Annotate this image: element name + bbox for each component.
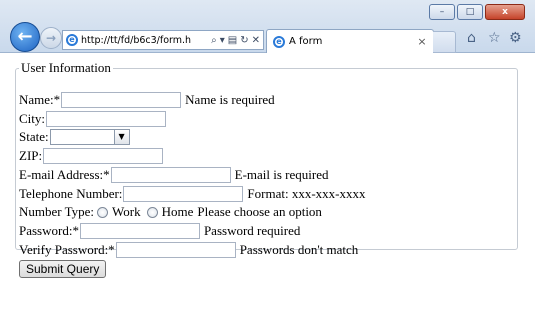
email-error: E-mail is required <box>234 167 329 182</box>
minimize-button[interactable]: – <box>429 4 455 20</box>
forward-arrow-icon: → <box>45 31 57 45</box>
telephone-row: Telephone Number: Format: xxx-xxx-xxxx <box>19 185 366 203</box>
ie-page-icon: e <box>66 34 78 46</box>
home-radio[interactable] <box>146 206 158 218</box>
verify-password-label: Verify Password:* <box>19 242 115 257</box>
telephone-input[interactable] <box>123 186 244 202</box>
close-window-button[interactable]: x <box>485 4 525 20</box>
telephone-label: Telephone Number: <box>19 186 123 201</box>
page-content: User Information Name:* Name is required… <box>0 53 535 324</box>
ie-tab-icon: e <box>273 35 285 48</box>
submit-query-button[interactable]: Submit Query <box>19 260 107 278</box>
email-label: E-mail Address:* <box>19 167 110 182</box>
forward-button[interactable]: → <box>40 27 62 49</box>
refresh-icon[interactable]: ↻ <box>240 35 248 46</box>
stop-icon[interactable]: ✕ <box>252 35 260 46</box>
name-input[interactable] <box>61 92 182 108</box>
city-label: City: <box>19 111 46 126</box>
favorites-star-icon[interactable]: ☆ <box>488 30 501 46</box>
compatibility-icon[interactable]: ▤ <box>228 35 237 46</box>
email-row: E-mail Address:* E-mail is required <box>19 166 329 184</box>
address-url[interactable]: http://tt/fd/b6c3/form.h <box>81 35 211 46</box>
dropdown-icon[interactable]: ▾ <box>220 35 225 46</box>
new-tab-button[interactable] <box>433 31 456 53</box>
telephone-format-hint: Format: xxx-xxx-xxxx <box>247 186 366 201</box>
browser-chrome: – □ x ← → e http://tt/fd/b6c3/form.h ⌕ ▾… <box>0 0 535 53</box>
password-error: Password required <box>203 223 301 238</box>
home-icon[interactable]: ⌂ <box>467 30 476 46</box>
state-select[interactable]: ▼ <box>49 129 130 145</box>
tools-gear-icon[interactable]: ⚙ <box>509 30 522 46</box>
state-label: State: <box>19 129 49 144</box>
home-radio-label: Home <box>161 204 194 219</box>
number-type-label: Number Type: <box>19 204 95 219</box>
back-button[interactable]: ← <box>10 22 40 52</box>
verify-password-error: Passwords don't match <box>239 242 359 257</box>
password-row: Password:* Password required <box>19 222 300 240</box>
email-input[interactable] <box>110 167 231 183</box>
number-type-row: Number Type: Work Home Please choose an … <box>19 203 322 221</box>
tab-close-icon[interactable]: × <box>415 35 429 48</box>
password-input[interactable] <box>79 223 200 239</box>
chevron-down-icon[interactable]: ▼ <box>113 130 129 144</box>
password-label: Password:* <box>19 223 79 238</box>
window-controls: – □ x <box>429 4 525 20</box>
number-type-error: Please choose an option <box>197 204 322 219</box>
verify-password-row: Verify Password:* Passwords don't match <box>19 241 358 259</box>
zip-input[interactable] <box>43 148 164 164</box>
work-radio-label: Work <box>112 204 141 219</box>
back-arrow-icon: ← <box>17 26 33 47</box>
submit-row: Submit Query <box>19 260 107 278</box>
zip-row: ZIP: <box>19 147 166 165</box>
user-information-fieldset: User Information Name:* Name is required… <box>15 60 518 278</box>
name-error: Name is required <box>185 92 275 107</box>
verify-password-input[interactable] <box>115 242 236 258</box>
maximize-button[interactable]: □ <box>457 4 483 20</box>
city-input[interactable] <box>46 111 167 127</box>
city-row: City: <box>19 110 169 128</box>
state-row: State: ▼ <box>19 128 130 146</box>
search-icon[interactable]: ⌕ <box>211 35 217 46</box>
tab-a-form[interactable]: e A form × <box>266 29 434 53</box>
address-bar[interactable]: e http://tt/fd/b6c3/form.h ⌕ ▾ ▤ ↻ ✕ <box>62 30 264 50</box>
zip-label: ZIP: <box>19 148 43 163</box>
tab-title: A form <box>289 36 323 47</box>
name-label: Name:* <box>19 92 61 107</box>
work-radio[interactable] <box>97 206 109 218</box>
name-row: Name:* Name is required <box>19 91 275 109</box>
fieldset-legend: User Information <box>21 60 111 75</box>
